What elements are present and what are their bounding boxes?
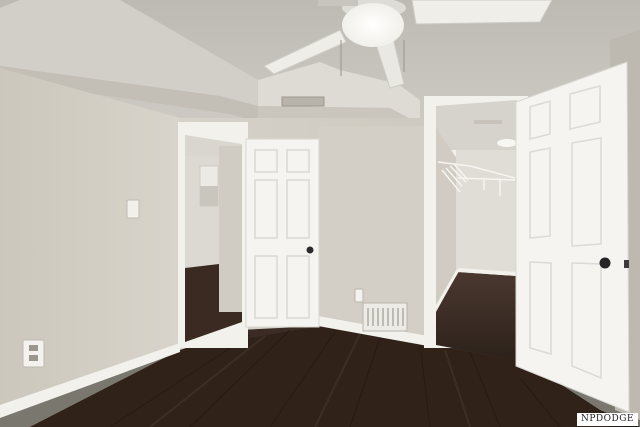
fan-light-globe [342, 3, 404, 47]
hallway-blinds [200, 186, 218, 206]
door-knob-icon [306, 246, 314, 254]
light-switch [126, 199, 140, 219]
ceiling-vent [281, 96, 325, 107]
bedroom-door [245, 138, 320, 328]
closet-back-wall [456, 150, 517, 274]
back-outlet [354, 288, 364, 303]
floor-vent [362, 302, 408, 332]
hallway-side-wall [219, 146, 242, 312]
watermark-logo: NPDODGE [577, 413, 638, 426]
fan-blade-back [411, 0, 553, 25]
fan-mount [318, 0, 358, 6]
closet-ceiling-fixture [474, 120, 502, 124]
closet-door-latch [624, 260, 629, 268]
closet-light [497, 139, 517, 147]
outlet-socket-bottom [29, 355, 38, 361]
room-photo [0, 0, 640, 427]
wall-outlet [22, 339, 45, 368]
outlet-socket-top [29, 345, 38, 351]
closet-door-knob-icon [599, 257, 611, 269]
